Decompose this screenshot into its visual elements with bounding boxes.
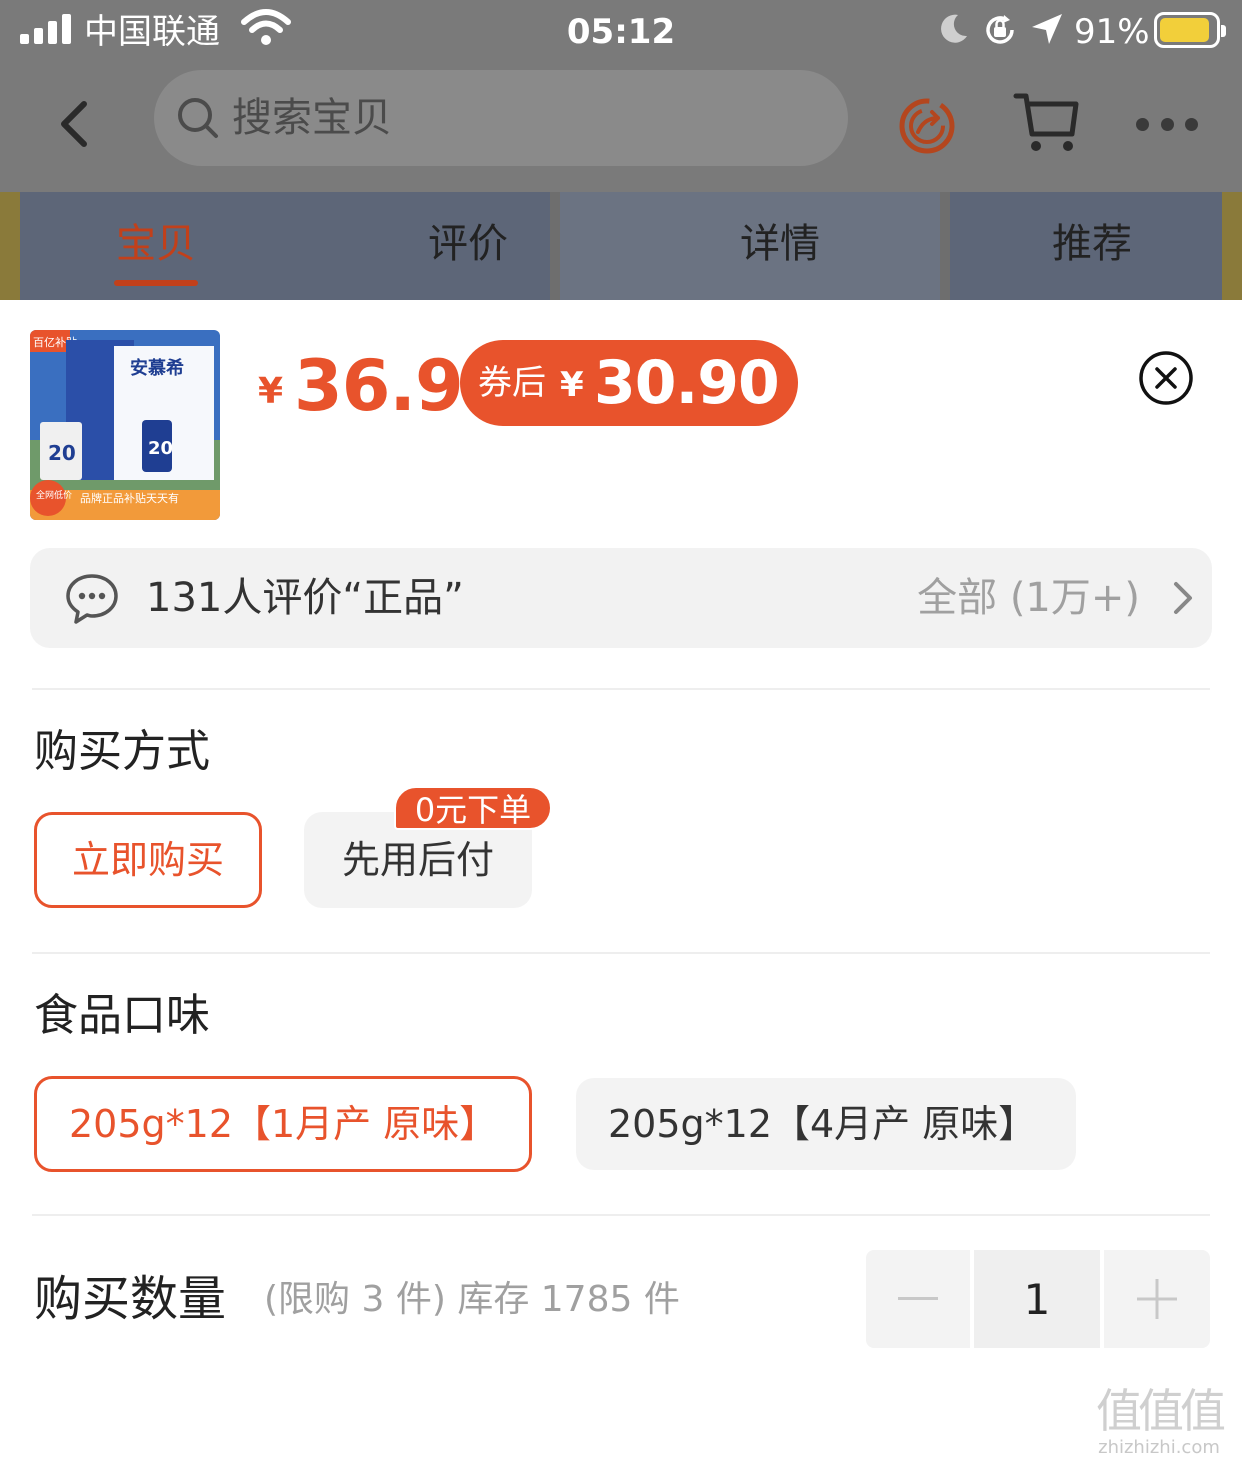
zero-down-badge: 0元下单	[394, 786, 552, 830]
coupon-currency: ¥	[560, 365, 584, 405]
tab-recommend[interactable]: 推荐	[1012, 216, 1172, 272]
option-flavor-apr[interactable]: 205g*12【4月产 原味】	[576, 1078, 1076, 1170]
price-value: 36.9	[294, 345, 464, 427]
coupon-label: 券后	[478, 363, 546, 403]
back-icon[interactable]	[48, 92, 104, 156]
quantity-limit-note: (限购 3 件) 库存 1785 件	[264, 1279, 680, 1320]
do-not-disturb-icon	[941, 14, 967, 43]
tab-details[interactable]: 详情	[700, 216, 860, 272]
divider	[32, 688, 1210, 690]
flavor-title: 食品口味	[34, 990, 210, 1041]
svg-text:20: 20	[48, 441, 76, 465]
quantity-stepper[interactable]: 1	[866, 1250, 1210, 1348]
tab-indicator	[114, 280, 198, 286]
decrease-button[interactable]	[866, 1250, 970, 1348]
product-thumbnail[interactable]: 百亿补贴 安慕希 20 20 全网低价 品牌正品补贴天天有	[30, 330, 220, 520]
close-icon[interactable]	[1138, 350, 1194, 406]
battery-icon	[1154, 12, 1226, 48]
coupon-price-badge: 券后 ¥ 30.90	[460, 340, 798, 426]
review-all-link[interactable]: 全部 (1万+)	[917, 548, 1140, 648]
location-icon	[1032, 14, 1062, 44]
more-icon[interactable]	[1136, 114, 1198, 134]
divider	[32, 952, 1210, 954]
nav-bar	[0, 64, 1242, 184]
chat-bubble-icon	[66, 574, 118, 624]
quantity-value[interactable]: 1	[974, 1250, 1100, 1348]
search-box[interactable]	[154, 70, 848, 166]
plus-icon	[1137, 1279, 1177, 1319]
search-input[interactable]	[232, 70, 812, 166]
watermark-logo: 值值值	[1096, 1384, 1226, 1438]
review-summary-text: 131人评价“正品”	[146, 575, 464, 621]
svg-text:20: 20	[148, 438, 173, 459]
price-currency: ¥	[258, 371, 284, 412]
cart-icon[interactable]	[1012, 90, 1082, 156]
watermark-url: zhizhizhi.com	[1098, 1437, 1220, 1458]
purchase-method-title: 购买方式	[34, 726, 210, 777]
review-summary-bar[interactable]: 131人评价“正品” 全部 (1万+)	[30, 548, 1212, 648]
thumb-brand: 安慕希	[130, 357, 184, 379]
thumb-banner: 品牌正品补贴天天有	[80, 491, 179, 505]
increase-button[interactable]	[1104, 1250, 1210, 1348]
status-bar: 中国联通 05:12 91%	[0, 0, 1242, 64]
thumb-badge-corner: 全网低价	[36, 489, 72, 501]
chevron-right-icon	[1174, 582, 1192, 614]
option-flavor-jan[interactable]: 205g*12【1月产 原味】	[34, 1076, 532, 1172]
coupon-price: 30.90	[594, 348, 780, 418]
tab-reviews[interactable]: 评价	[388, 216, 548, 272]
option-buy-now[interactable]: 立即购买	[34, 812, 262, 908]
share-refresh-icon[interactable]	[894, 94, 960, 156]
dimmed-background[interactable]: 中国联通 05:12 91% 搜索宝贝 宝贝 评价 详情 推荐	[0, 0, 1242, 300]
search-icon	[178, 98, 218, 138]
battery-percentage: 91%	[1074, 12, 1150, 52]
quantity-title: 购买数量	[34, 1271, 227, 1327]
rotation-lock-icon	[986, 15, 1014, 44]
divider	[32, 1214, 1210, 1216]
minus-icon	[898, 1297, 938, 1300]
tab-item[interactable]: 宝贝	[76, 216, 236, 272]
sku-sheet: 百亿补贴 安慕希 20 20 全网低价 品牌正品补贴天天有 ¥ 36.9 券后 …	[0, 300, 1242, 1464]
tab-strip: 宝贝 评价 详情 推荐	[0, 192, 1242, 300]
watermark: 值值值 zhizhizhi.com	[1084, 1384, 1234, 1458]
